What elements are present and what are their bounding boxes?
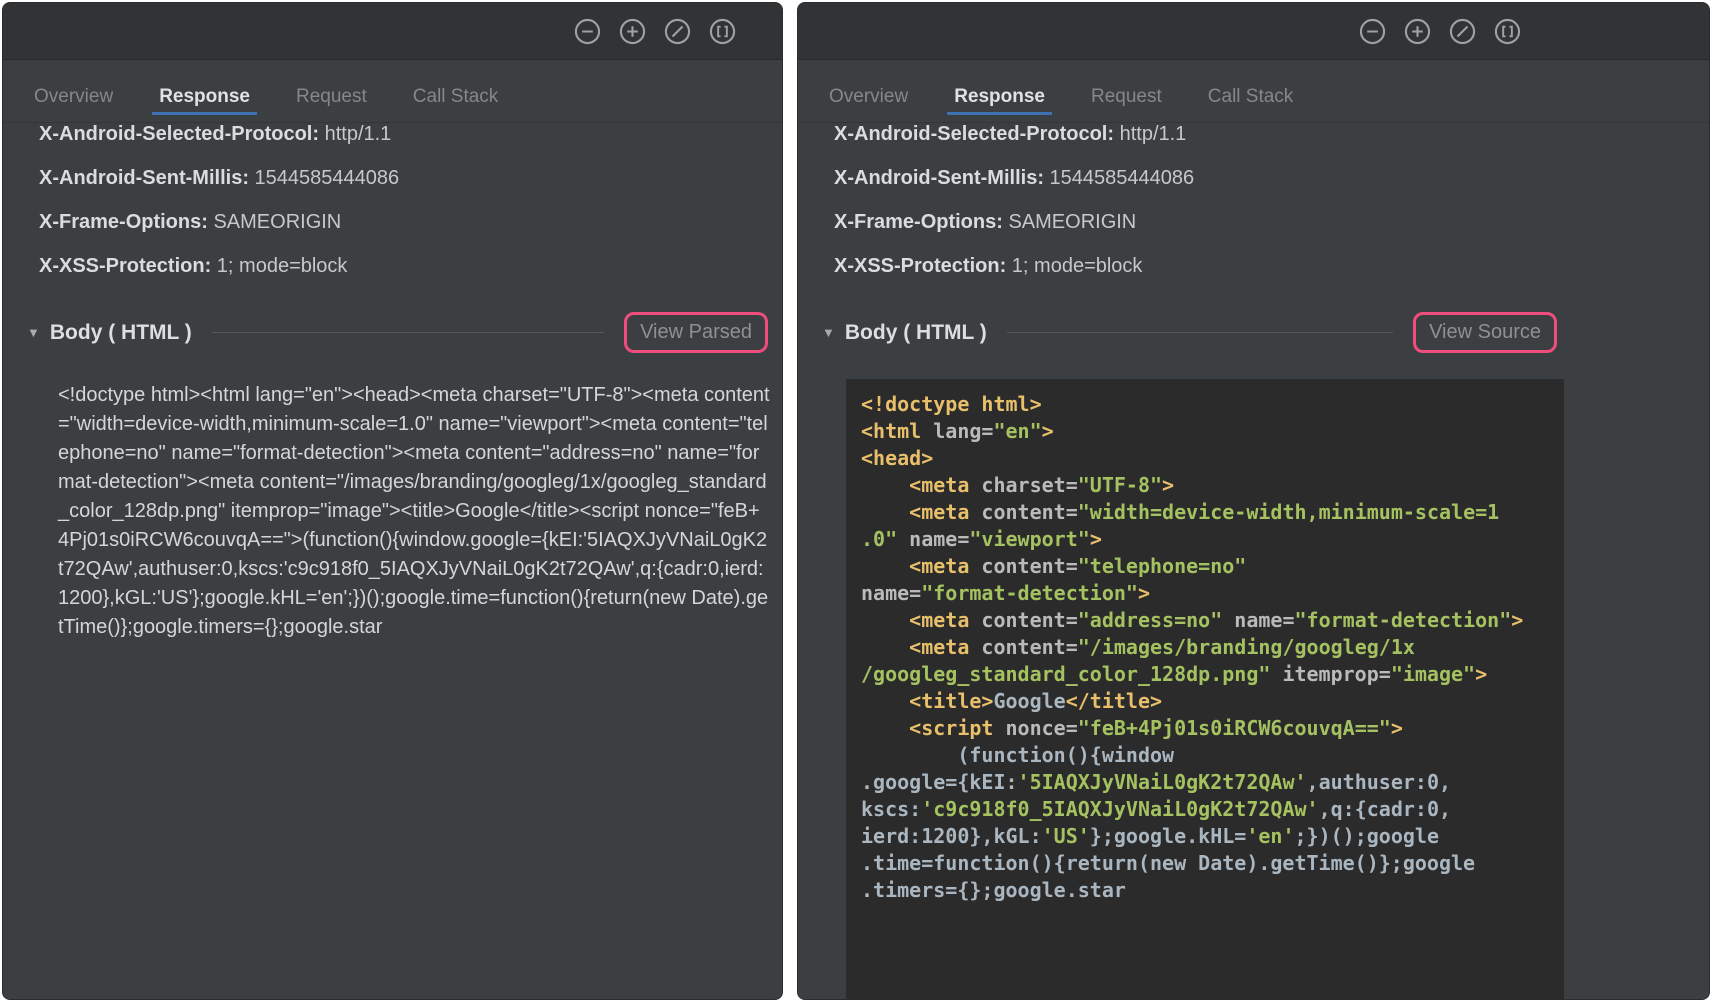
tab-call-stack[interactable]: Call Stack bbox=[1191, 86, 1311, 122]
zoom-to-selection-icon[interactable] bbox=[709, 18, 736, 45]
body-section-label: Body ( HTML ) bbox=[50, 321, 192, 345]
header-name: X-Android-Sent-Millis: bbox=[834, 167, 1050, 189]
code-line: <title>Google</title> bbox=[861, 688, 1564, 715]
code-line: <html lang="en"> bbox=[861, 418, 1564, 445]
header-name: X-XSS-Protection: bbox=[39, 255, 217, 277]
network-response-panel-parsed: Overview Response Request Call Stack X-Andr… bbox=[2, 2, 783, 1000]
header-name: X-Frame-Options: bbox=[39, 211, 213, 233]
code-line: <meta charset="UTF-8"> bbox=[861, 472, 1564, 499]
response-header-row: X-Frame-Options: SAMEORIGIN bbox=[39, 200, 762, 244]
header-value: SAMEORIGIN bbox=[213, 211, 341, 233]
detail-tabs: Overview Response Request Call Stack bbox=[798, 60, 1709, 123]
body-section-label: Body ( HTML ) bbox=[845, 321, 987, 345]
header-value: http/1.1 bbox=[325, 123, 392, 145]
zoom-out-icon[interactable] bbox=[1359, 18, 1386, 45]
tab-call-stack[interactable]: Call Stack bbox=[396, 86, 516, 122]
section-divider bbox=[212, 332, 604, 333]
code-line: kscs:'c9c918f0_5IAQXJyVNaiL0gK2t72QAw',q… bbox=[861, 796, 1564, 823]
tab-overview[interactable]: Overview bbox=[812, 86, 925, 122]
tab-response[interactable]: Response bbox=[937, 86, 1062, 122]
detail-tabs: Overview Response Request Call Stack bbox=[3, 60, 782, 123]
body-section-header: ▼ Body ( HTML ) View Parsed bbox=[27, 312, 768, 353]
zoom-out-icon[interactable] bbox=[574, 18, 601, 45]
annotation-highlight-box: View Parsed bbox=[624, 312, 768, 353]
header-value: http/1.1 bbox=[1120, 123, 1187, 145]
response-header-row: X-Frame-Options: SAMEORIGIN bbox=[834, 200, 1689, 244]
zoom-to-selection-icon[interactable] bbox=[1494, 18, 1521, 45]
header-name: X-Android-Selected-Protocol: bbox=[39, 123, 325, 145]
response-body-source-code: <!doctype html><html lang="en"><head> <m… bbox=[846, 379, 1564, 1000]
collapse-triangle-icon[interactable]: ▼ bbox=[822, 325, 835, 340]
header-value: 1; mode=block bbox=[217, 255, 348, 277]
profiler-toolbar bbox=[3, 3, 782, 60]
code-line: <meta content="telephone=no" bbox=[861, 553, 1564, 580]
response-header-row: X-XSS-Protection: 1; mode=block bbox=[834, 244, 1689, 288]
view-parsed-link[interactable]: View Parsed bbox=[640, 321, 752, 343]
tab-response[interactable]: Response bbox=[142, 86, 267, 122]
header-value: SAMEORIGIN bbox=[1008, 211, 1136, 233]
header-value: 1544585444086 bbox=[255, 167, 400, 189]
code-line: <meta content="address=no" name="format-… bbox=[861, 607, 1564, 634]
header-value: 1544585444086 bbox=[1050, 167, 1195, 189]
tab-request[interactable]: Request bbox=[1074, 86, 1179, 122]
tab-request[interactable]: Request bbox=[279, 86, 384, 122]
response-header-row: X-Android-Selected-Protocol: http/1.1 bbox=[834, 123, 1689, 156]
response-header-row: X-Android-Sent-Millis: 1544585444086 bbox=[834, 156, 1689, 200]
response-header-row: X-XSS-Protection: 1; mode=block bbox=[39, 244, 762, 288]
code-line: ierd:1200},kGL:'US'};google.kHL='en';})(… bbox=[861, 823, 1564, 850]
zoom-in-icon[interactable] bbox=[619, 18, 646, 45]
code-line: .google={kEI:'5IAQXJyVNaiL0gK2t72QAw',au… bbox=[861, 769, 1564, 796]
annotation-highlight-box: View Source bbox=[1413, 312, 1557, 353]
code-line: .timers={};google.star bbox=[861, 877, 1564, 904]
response-header-row: X-Android-Sent-Millis: 1544585444086 bbox=[39, 156, 762, 200]
header-name: X-Android-Sent-Millis: bbox=[39, 167, 255, 189]
code-line: <meta content="width=device-width,minimu… bbox=[861, 499, 1564, 526]
code-line: <!doctype html> bbox=[861, 391, 1564, 418]
code-line: <meta content="/images/branding/googleg/… bbox=[861, 634, 1564, 661]
response-headers-list: X-Android-Selected-Protocol: http/1.1X-A… bbox=[3, 123, 782, 288]
response-headers-list: X-Android-Selected-Protocol: http/1.1X-A… bbox=[798, 123, 1709, 288]
section-divider bbox=[1007, 332, 1393, 333]
zoom-in-icon[interactable] bbox=[1404, 18, 1431, 45]
response-body-parsed-text: <!doctype html><html lang="en"><head><me… bbox=[58, 381, 770, 642]
header-name: X-Frame-Options: bbox=[834, 211, 1008, 233]
reset-zoom-icon[interactable] bbox=[1449, 18, 1476, 45]
tab-overview[interactable]: Overview bbox=[17, 86, 130, 122]
network-response-panel-source: Overview Response Request Call Stack X-Andr… bbox=[797, 2, 1710, 1000]
view-source-link[interactable]: View Source bbox=[1429, 321, 1541, 343]
body-section-header: ▼ Body ( HTML ) View Source bbox=[822, 312, 1557, 353]
code-line: .time=function(){return(new Date).getTim… bbox=[861, 850, 1564, 877]
code-line: (function(){window bbox=[861, 742, 1564, 769]
code-line: name="format-detection"> bbox=[861, 580, 1564, 607]
profiler-toolbar bbox=[798, 3, 1709, 60]
header-value: 1; mode=block bbox=[1012, 255, 1143, 277]
code-line: <script nonce="feB+4Pj01s0iRCW6couvqA=="… bbox=[861, 715, 1564, 742]
header-name: X-XSS-Protection: bbox=[834, 255, 1012, 277]
response-header-row: X-Android-Selected-Protocol: http/1.1 bbox=[39, 123, 762, 156]
header-name: X-Android-Selected-Protocol: bbox=[834, 123, 1120, 145]
collapse-triangle-icon[interactable]: ▼ bbox=[27, 325, 40, 340]
code-line: .0" name="viewport"> bbox=[861, 526, 1564, 553]
reset-zoom-icon[interactable] bbox=[664, 18, 691, 45]
code-line: /googleg_standard_color_128dp.png" itemp… bbox=[861, 661, 1564, 688]
code-line: <head> bbox=[861, 445, 1564, 472]
